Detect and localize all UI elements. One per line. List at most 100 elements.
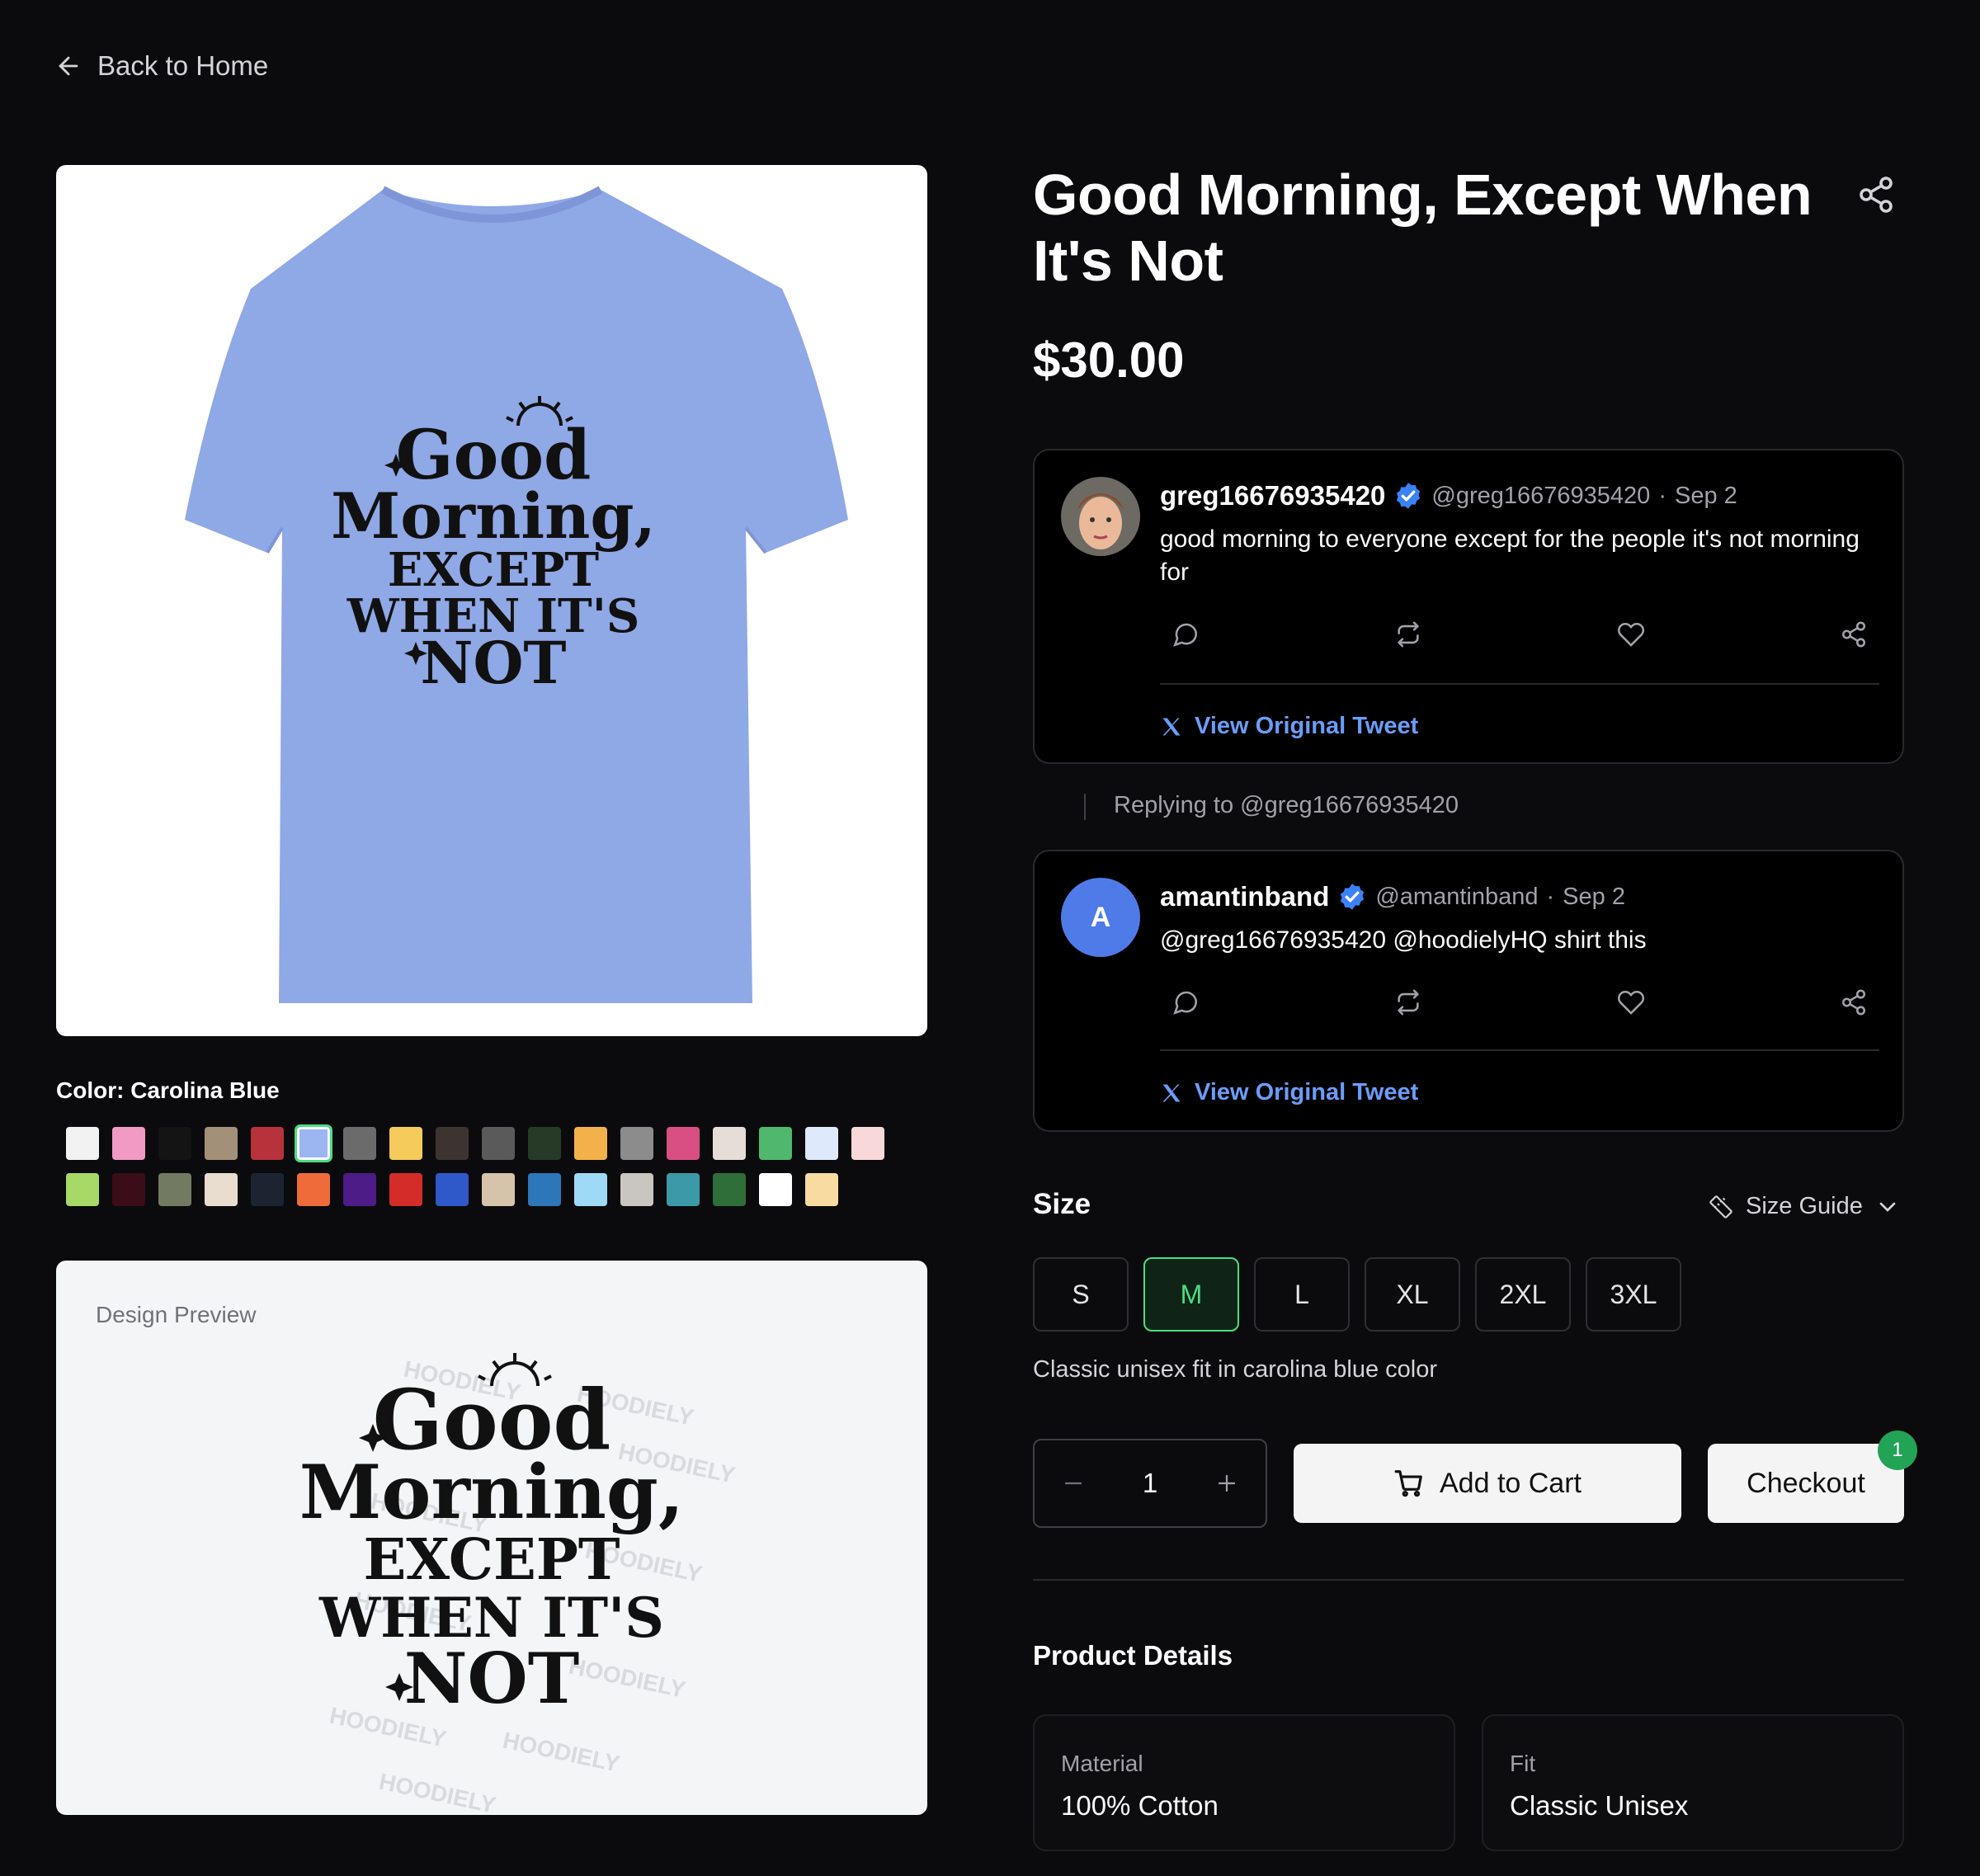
tweet-author-handle: @amantinband xyxy=(1375,883,1539,910)
color-swatch[interactable] xyxy=(620,1127,653,1160)
size-option-s[interactable]: S xyxy=(1033,1257,1129,1332)
size-heading: Size xyxy=(1033,1188,1091,1220)
design-preview-label: Design Preview xyxy=(96,1302,257,1327)
design-line-2: Morning, xyxy=(331,479,656,553)
like-icon[interactable] xyxy=(1617,988,1645,1016)
tweet-card: A amantinband @amantinband · Sep 2 @greg… xyxy=(1033,850,1904,1132)
tweet-text: @greg16676935420 @hoodielyHQ shirt this xyxy=(1160,926,1647,954)
size-option-3xl[interactable]: 3XL xyxy=(1586,1257,1681,1332)
color-swatch[interactable] xyxy=(295,1124,332,1162)
color-swatch[interactable] xyxy=(713,1173,746,1206)
view-original-tweet-link[interactable]: View Original Tweet xyxy=(1160,1079,1418,1106)
view-original-tweet-label: View Original Tweet xyxy=(1195,713,1419,739)
product-title: Good Morning, Except When It's Not xyxy=(1033,163,1813,293)
color-swatch[interactable] xyxy=(436,1173,469,1206)
color-swatch[interactable] xyxy=(620,1173,653,1206)
color-swatch[interactable] xyxy=(528,1173,561,1206)
quantity-value[interactable]: 1 xyxy=(1143,1468,1157,1499)
color-swatch[interactable] xyxy=(805,1127,838,1160)
color-swatch[interactable] xyxy=(112,1173,145,1206)
size-option-m[interactable]: M xyxy=(1143,1257,1239,1332)
color-swatch[interactable] xyxy=(66,1127,99,1160)
arrow-left-icon xyxy=(59,56,78,76)
x-logo-icon xyxy=(1162,1084,1181,1101)
add-to-cart-label: Add to Cart xyxy=(1440,1467,1582,1499)
color-swatch[interactable] xyxy=(389,1173,422,1206)
color-swatch[interactable] xyxy=(112,1127,145,1160)
color-swatch[interactable] xyxy=(389,1127,422,1160)
share-icon[interactable] xyxy=(1840,620,1868,648)
svg-text:HOODIELY: HOODIELY xyxy=(567,1653,688,1703)
color-swatch[interactable] xyxy=(205,1173,238,1206)
share-icon[interactable] xyxy=(1840,988,1868,1016)
color-swatch[interactable] xyxy=(297,1173,330,1206)
detail-value: Classic Unisex xyxy=(1510,1790,1689,1821)
replying-to-label: Replying to @greg16676935420 xyxy=(1114,792,1459,818)
color-swatch[interactable] xyxy=(66,1173,99,1206)
checkout-button[interactable]: Checkout xyxy=(1708,1444,1904,1523)
color-swatch[interactable] xyxy=(343,1127,376,1160)
tweet-date-separator: · xyxy=(1546,883,1555,910)
color-swatch[interactable] xyxy=(251,1127,284,1160)
chevron-down-icon xyxy=(1879,1202,1896,1212)
svg-text:EXCEPT: EXCEPT xyxy=(363,1527,620,1593)
size-option-xl[interactable]: XL xyxy=(1365,1257,1460,1332)
color-swatch[interactable] xyxy=(805,1173,838,1206)
size-guide-toggle[interactable]: Size Guide xyxy=(1708,1193,1901,1220)
color-swatch[interactable] xyxy=(158,1173,191,1206)
like-icon[interactable] xyxy=(1617,620,1645,648)
back-to-home-link[interactable]: Back to Home xyxy=(54,48,268,84)
ruler-icon xyxy=(1709,1195,1732,1218)
plus-icon[interactable] xyxy=(1213,1469,1241,1497)
detail-key: Fit xyxy=(1510,1751,1536,1776)
cart-icon xyxy=(1394,1470,1422,1497)
quantity-stepper: 1 xyxy=(1033,1439,1267,1528)
verified-badge-icon xyxy=(1341,884,1365,910)
section-divider xyxy=(1033,1579,1904,1581)
color-swatch-grid xyxy=(66,1124,908,1206)
color-swatch[interactable] xyxy=(205,1127,238,1160)
color-label: Color: Carolina Blue xyxy=(56,1077,280,1103)
size-option-l[interactable]: L xyxy=(1254,1257,1350,1332)
add-to-cart-button[interactable]: Add to Cart xyxy=(1294,1444,1681,1523)
tweet-author-name: amantinband xyxy=(1160,881,1330,912)
size-description: Classic unisex fit in carolina blue colo… xyxy=(1033,1356,1437,1383)
color-swatch[interactable] xyxy=(528,1127,561,1160)
design-preview-artwork: HOODIELY HOODIELY HOODIELY HOODIELY HOOD… xyxy=(299,1353,738,1815)
color-swatch[interactable] xyxy=(343,1173,376,1206)
minus-icon[interactable] xyxy=(1059,1469,1087,1497)
retweet-icon[interactable] xyxy=(1394,620,1422,648)
reply-icon[interactable] xyxy=(1172,988,1200,1016)
color-swatch[interactable] xyxy=(251,1173,284,1206)
tweet-card: greg16676935420 @greg16676935420 · Sep 2… xyxy=(1033,449,1904,764)
color-swatch[interactable] xyxy=(574,1173,607,1206)
view-original-tweet-link[interactable]: View Original Tweet xyxy=(1160,713,1418,740)
tweet-author-name: greg16676935420 xyxy=(1160,480,1386,511)
color-swatch[interactable] xyxy=(158,1127,191,1160)
size-options: S M L XL 2XL 3XL xyxy=(1033,1257,1681,1332)
color-swatch[interactable] xyxy=(759,1127,792,1160)
color-swatch[interactable] xyxy=(482,1127,515,1160)
color-swatch[interactable] xyxy=(436,1127,469,1160)
svg-text:Morning,: Morning, xyxy=(299,1449,684,1536)
svg-text:HOODIELY: HOODIELY xyxy=(377,1769,498,1815)
size-option-2xl[interactable]: 2XL xyxy=(1475,1257,1571,1332)
view-original-tweet-label: View Original Tweet xyxy=(1195,1079,1419,1105)
retweet-icon[interactable] xyxy=(1394,988,1422,1016)
color-swatch[interactable] xyxy=(667,1173,700,1206)
verified-badge-icon xyxy=(1397,483,1421,509)
color-swatch[interactable] xyxy=(713,1127,746,1160)
design-preview-panel: HOODIELY HOODIELY HOODIELY HOODIELY HOOD… xyxy=(56,1261,927,1815)
color-swatch[interactable] xyxy=(574,1127,607,1160)
design-line-5: NOT xyxy=(420,629,566,697)
avatar xyxy=(1061,477,1140,556)
color-swatch[interactable] xyxy=(851,1127,884,1160)
reply-icon[interactable] xyxy=(1172,620,1200,648)
tweet-date: Sep 2 xyxy=(1563,883,1625,910)
color-swatch[interactable] xyxy=(482,1173,515,1206)
detail-key: Material xyxy=(1061,1751,1143,1776)
tweet-author-handle: @greg16676935420 xyxy=(1431,482,1651,509)
color-swatch[interactable] xyxy=(667,1127,700,1160)
share-icon[interactable] xyxy=(1856,175,1896,214)
color-swatch[interactable] xyxy=(759,1173,792,1206)
